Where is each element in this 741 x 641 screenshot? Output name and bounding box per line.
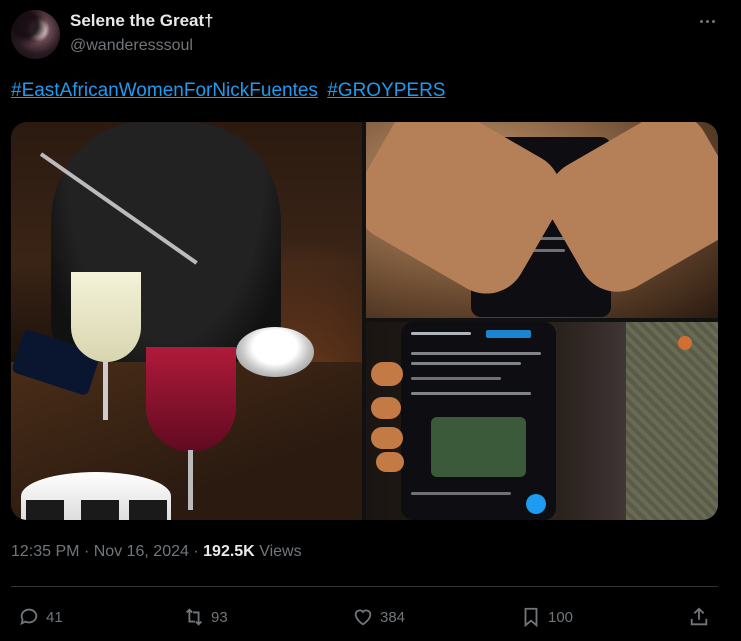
- tweet-text: #EastAfricanWomenForNickFuentes #GROYPER…: [11, 80, 449, 102]
- heart-icon: [354, 609, 372, 626]
- bookmark-count: 100: [548, 608, 574, 626]
- meta-separator: ·: [83, 543, 90, 560]
- divider: [11, 586, 718, 587]
- author-handle[interactable]: @wanderesssoul: [70, 37, 193, 55]
- action-bar: 41 93 384 100: [11, 600, 718, 634]
- avatar[interactable]: [11, 10, 60, 59]
- repost-count: 93: [211, 608, 228, 626]
- views-label: Views: [259, 543, 302, 560]
- like-button[interactable]: 384: [352, 600, 405, 634]
- hand-holding-phone-photo[interactable]: [366, 322, 718, 520]
- repost-button[interactable]: 93: [183, 600, 228, 634]
- reply-button[interactable]: 41: [18, 600, 63, 634]
- share-button[interactable]: [688, 600, 716, 634]
- reply-count: 41: [46, 608, 63, 626]
- tweet-time[interactable]: 12:35 PM: [11, 543, 79, 560]
- hashtag-link[interactable]: #GROYPERS: [327, 80, 445, 101]
- like-count: 384: [380, 608, 406, 626]
- hashtag-link[interactable]: #EastAfricanWomenForNickFuentes: [11, 80, 318, 101]
- views-count: 192.5K: [203, 543, 255, 560]
- author-name[interactable]: Selene the Great†: [70, 11, 214, 31]
- hands-heart-over-phone-photo[interactable]: [366, 122, 718, 318]
- more-options-icon[interactable]: [694, 10, 720, 32]
- media-grid: [11, 122, 718, 520]
- reply-icon: [20, 608, 38, 626]
- bookmark-icon: [524, 607, 538, 628]
- bookmark-button[interactable]: 100: [520, 600, 573, 634]
- repost-icon: [186, 608, 202, 626]
- dinner-table-drinks-photo[interactable]: [11, 122, 362, 520]
- meta-separator: ·: [193, 543, 199, 560]
- tweet-meta: 12:35 PM · Nov 16, 2024 · 192.5K Views: [11, 543, 302, 561]
- share-icon: [690, 607, 708, 626]
- tweet-date[interactable]: Nov 16, 2024: [94, 543, 189, 560]
